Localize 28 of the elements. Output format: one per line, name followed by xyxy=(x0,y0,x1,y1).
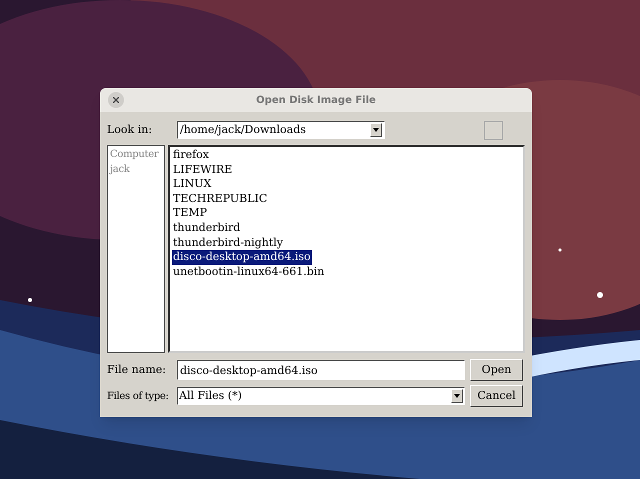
caret-icon xyxy=(373,128,379,132)
place-item[interactable]: Computer xyxy=(110,147,164,162)
file-item[interactable]: LINUX xyxy=(172,177,212,192)
look-in-dropdown[interactable]: /home/jack/Downloads xyxy=(177,121,385,139)
dropdown-button[interactable] xyxy=(451,389,463,403)
file-type-dropdown[interactable]: All Files (*) xyxy=(177,387,465,405)
file-item[interactable]: firefox xyxy=(172,148,210,163)
file-item[interactable]: thunderbird-nightly xyxy=(172,236,284,250)
file-name-label: File name: xyxy=(107,362,167,378)
file-item[interactable]: thunderbird xyxy=(172,220,242,236)
place-item[interactable]: jack xyxy=(110,162,164,177)
close-button[interactable] xyxy=(108,92,124,108)
file-item[interactable]: disco-desktop-amd64.iso xyxy=(172,250,312,265)
file-item[interactable]: unetbootin-linux64-661.bin xyxy=(172,264,326,280)
file-type-value: All Files (*) xyxy=(179,388,243,404)
file-type-label: Files of type: xyxy=(107,390,170,404)
file-item[interactable]: TECHREPUBLIC xyxy=(172,192,268,206)
file-item[interactable]: TEMP xyxy=(172,206,208,221)
dropdown-button[interactable] xyxy=(370,123,382,137)
cancel-button[interactable]: Cancel xyxy=(470,385,523,407)
close-icon xyxy=(113,97,119,103)
open-button[interactable]: Open xyxy=(470,359,523,381)
file-name-field[interactable]: disco-desktop-amd64.iso xyxy=(177,360,465,380)
caret-icon xyxy=(454,394,460,398)
look-in-label: Look in: xyxy=(107,122,154,138)
file-item[interactable]: LIFEWIRE xyxy=(172,162,234,178)
look-in-value: /home/jack/Downloads xyxy=(180,122,307,138)
window-title: Open Disk Image File xyxy=(256,94,376,108)
